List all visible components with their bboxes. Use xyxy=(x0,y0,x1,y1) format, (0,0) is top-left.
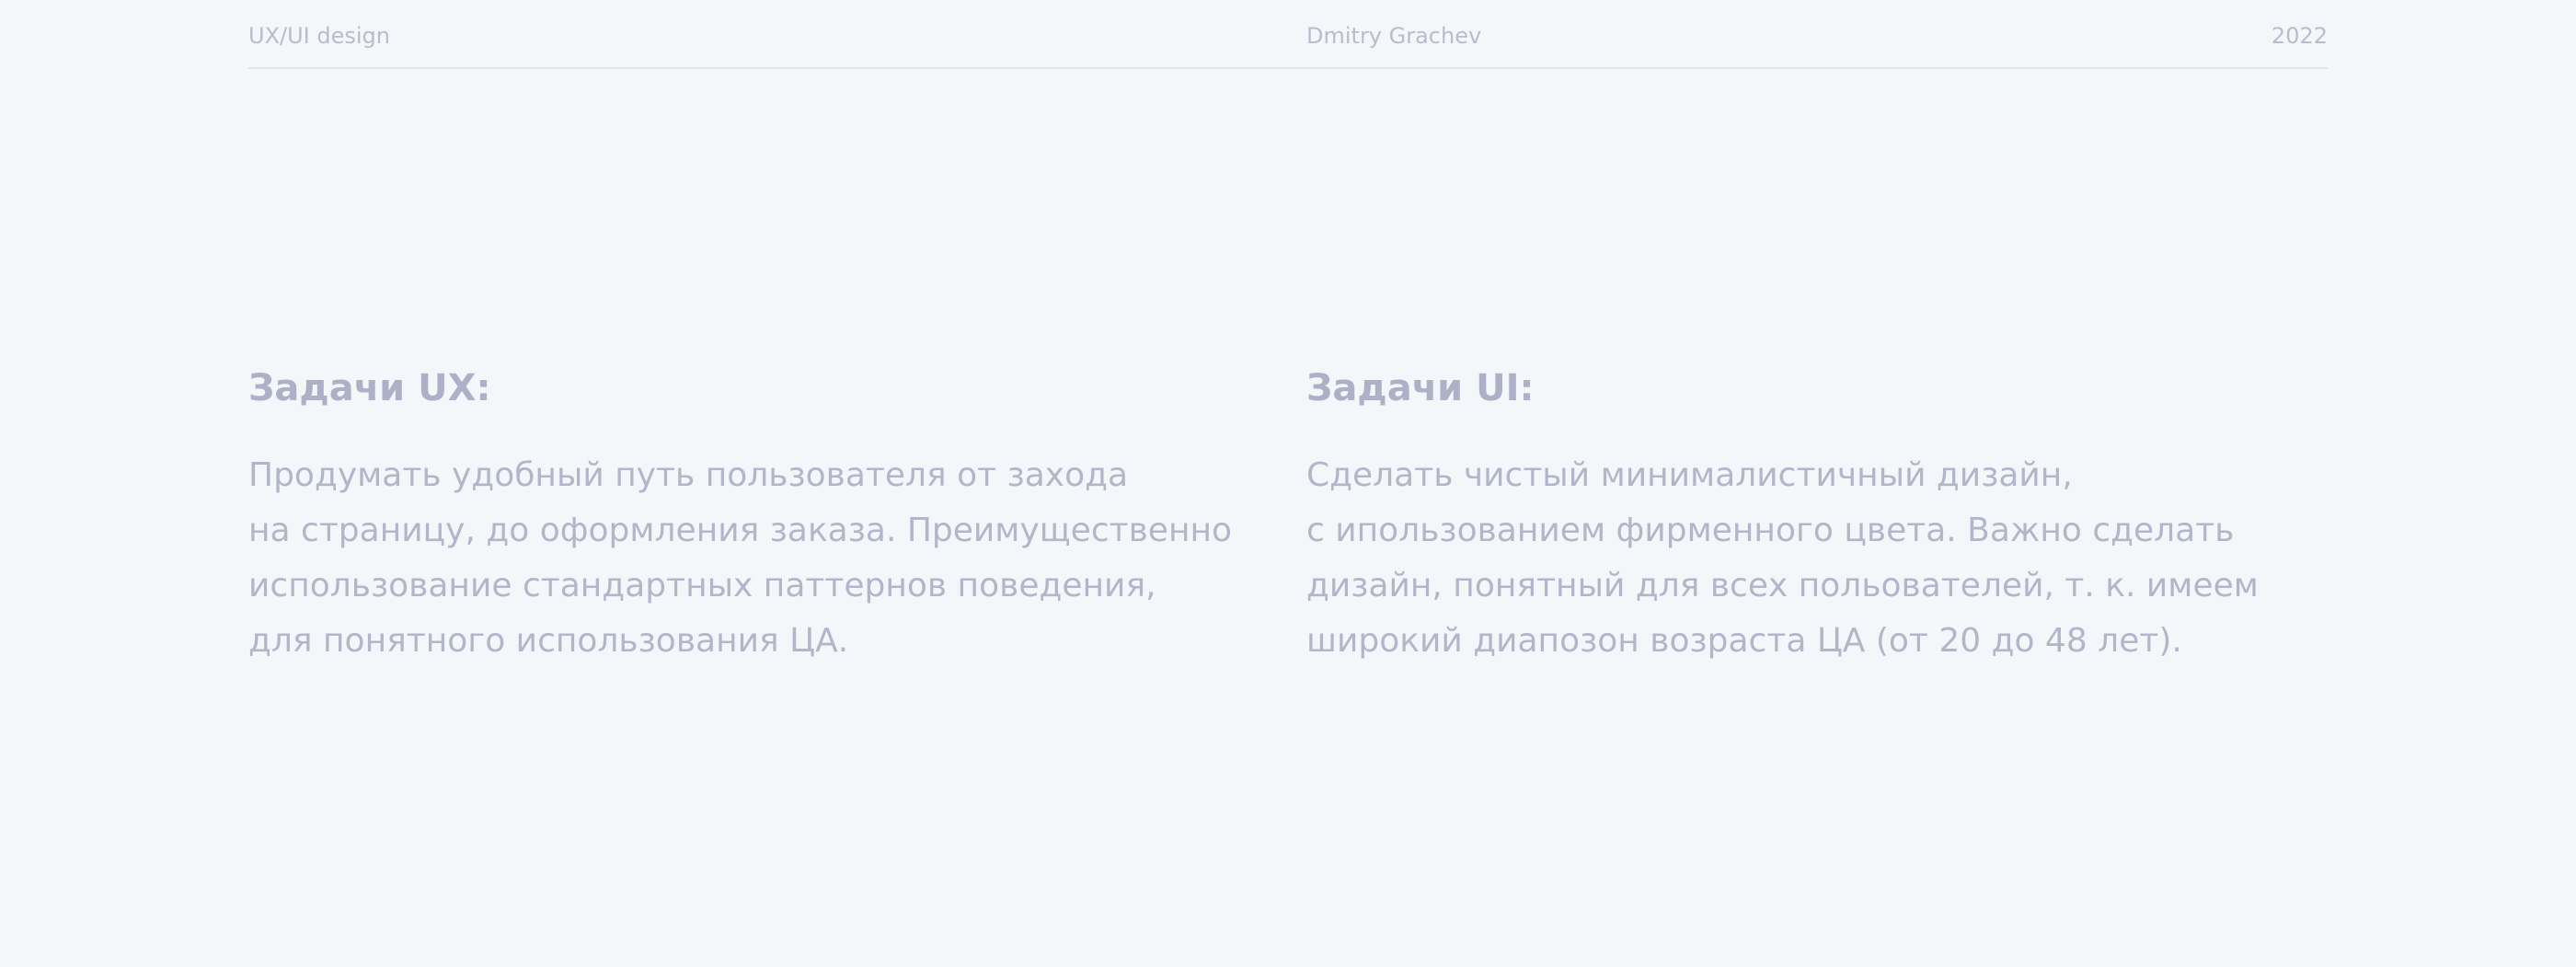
ui-text-line: Сделать чистый минималистичный дизайн, xyxy=(1306,456,2073,494)
ux-text-line: на страницу, до оформления заказа. Преим… xyxy=(248,512,1233,549)
ux-text-line: для понятного использования ЦА. xyxy=(248,622,849,660)
ux-text-line: Продумать удобный путь пользователя от з… xyxy=(248,456,1129,494)
ui-text-line: дизайн, понятный для всех польователей, … xyxy=(1306,567,2259,604)
ux-tasks-title: Задачи UX: xyxy=(248,367,491,409)
ux-tasks-text: Продумать удобный путь пользователя от з… xyxy=(248,448,1242,669)
header-author: Dmitry Grachev xyxy=(1306,23,1482,49)
ux-tasks-section: Задачи UX: Продумать удобный путь пользо… xyxy=(248,363,1242,669)
ux-text-line: использование стандартных паттернов пове… xyxy=(248,567,1156,604)
page-header: UX/UI design Dmitry Grachev 2022 xyxy=(248,0,2328,69)
ui-text-line: широкий диапозон возраста ЦА (от 20 до 4… xyxy=(1306,622,2182,660)
ui-tasks-text: Сделать чистый минималистичный дизайн, с… xyxy=(1306,448,2328,669)
ui-tasks-title: Задачи UI: xyxy=(1306,367,1535,409)
header-category: UX/UI design xyxy=(248,23,390,49)
ui-tasks-section: Задачи UI: Сделать чистый минималистичны… xyxy=(1306,363,2328,669)
ui-text-line: с ипользованием фирменного цвета. Важно … xyxy=(1306,512,2235,549)
header-year: 2022 xyxy=(2271,23,2328,49)
